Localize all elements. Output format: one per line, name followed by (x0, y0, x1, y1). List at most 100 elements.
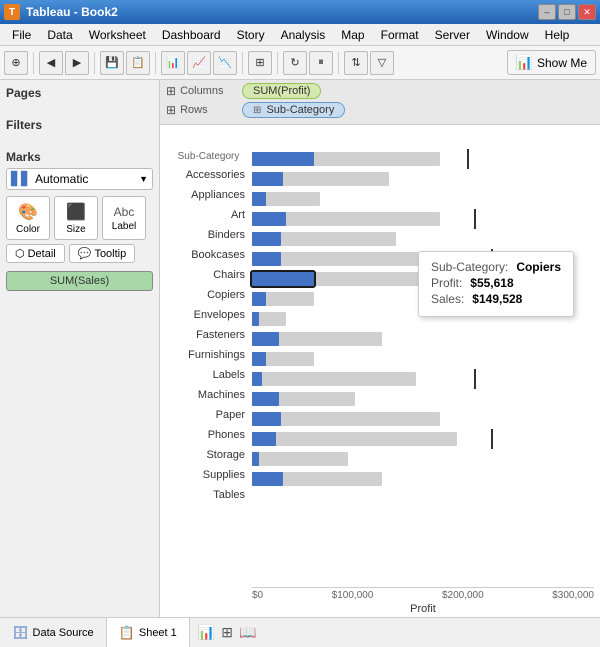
detail-label: Detail (28, 248, 56, 260)
subcat-paper: Paper (166, 405, 251, 425)
bar-chart-area (252, 131, 594, 587)
bar-fg-fasteners (252, 312, 259, 326)
toolbar-filter[interactable]: ▽ (370, 51, 394, 75)
columns-grid-icon: ⊞ (166, 84, 176, 98)
marks-buttons-row: 🎨 Color ⬛ Size Abc Label (6, 196, 153, 240)
show-me-button[interactable]: 📊 Show Me (507, 50, 596, 75)
status-icons: 📊 ⊞ 📖 (190, 624, 265, 641)
bar-fg-accessories (252, 152, 314, 166)
columns-row: ⊞ Columns SUM(Profit) (166, 83, 594, 99)
subcat-chairs: Chairs (166, 265, 251, 285)
bar-row-labels[interactable] (252, 349, 594, 369)
bar-fg-storage (252, 432, 276, 446)
subcat-machines: Machines (166, 385, 251, 405)
toolbar-sep-1 (33, 52, 34, 74)
close-button[interactable]: ✕ (578, 4, 596, 20)
size-button[interactable]: ⬛ Size (54, 196, 98, 240)
left-panel: Pages Filters Marks ▋▋ Automatic ▼ 🎨 Col… (0, 80, 160, 617)
toolbar-table[interactable]: ⊞ (248, 51, 272, 75)
label-button[interactable]: Abc Label (102, 196, 146, 240)
bar-row-tables[interactable] (252, 469, 594, 489)
marks-type-label: Automatic (35, 172, 88, 186)
subcategory-header: Sub-Category (166, 149, 251, 165)
label-icon: Abc (114, 205, 135, 219)
subcat-binders: Binders (166, 225, 251, 245)
bar-row-accessories[interactable] (252, 149, 594, 169)
pages-title: Pages (6, 86, 153, 100)
tooltip: Sub-Category: Copiers Profit: $55,618 Sa… (418, 251, 574, 317)
tooltip-sales-row: Sales: $149,528 (431, 292, 561, 306)
rows-pill[interactable]: ⊞ Sub-Category (242, 102, 345, 118)
toolbar-new[interactable]: ⊕ (4, 51, 28, 75)
bar-fg-copiers (252, 272, 314, 286)
bar-row-appliances[interactable] (252, 169, 594, 189)
subcat-art: Art (166, 205, 251, 225)
bar-chart-icon: ▋▋ (11, 171, 31, 187)
minimize-button[interactable]: – (538, 4, 556, 20)
color-button[interactable]: 🎨 Color (6, 196, 50, 240)
menu-analysis[interactable]: Analysis (273, 26, 334, 44)
bar-row-binders[interactable] (252, 209, 594, 229)
bar-chart-header (252, 131, 594, 149)
detail-icon: ⬡ (15, 247, 25, 260)
menu-data[interactable]: Data (39, 26, 80, 44)
chart-area: ⊞ Columns SUM(Profit) ⊞ Rows ⊞ Sub-Categ… (160, 80, 600, 617)
sheet-tab[interactable]: 📋 Sheet 1 (107, 618, 190, 647)
color-label: Color (16, 224, 40, 235)
bar-fg-envelopes (252, 292, 266, 306)
toolbar-chart3[interactable]: 📉 (213, 51, 237, 75)
sum-sales-button[interactable]: SUM(Sales) (6, 271, 153, 291)
toolbar-save[interactable]: 💾 (100, 51, 124, 75)
menu-server[interactable]: Server (427, 26, 478, 44)
filters-title: Filters (6, 118, 153, 132)
menu-worksheet[interactable]: Worksheet (81, 26, 154, 44)
menu-map[interactable]: Map (333, 26, 372, 44)
marks-type-dropdown[interactable]: ▋▋ Automatic ▼ (6, 168, 153, 190)
data-source-tab[interactable]: 🗄 Data Source (0, 618, 107, 647)
x-label-100k: $100,000 (332, 590, 374, 601)
menu-format[interactable]: Format (373, 26, 427, 44)
x-label-0: $0 (252, 590, 263, 601)
bar-row-furnishings[interactable] (252, 329, 594, 349)
maximize-button[interactable]: □ (558, 4, 576, 20)
bar-row-paper[interactable] (252, 389, 594, 409)
bar-row-machines[interactable] (252, 369, 594, 389)
pill-hash-icon: ⊞ (253, 105, 261, 116)
toolbar-refresh[interactable]: ↻ (283, 51, 307, 75)
label-label: Label (112, 221, 136, 232)
bar-row-bookcases[interactable] (252, 229, 594, 249)
menu-help[interactable]: Help (537, 26, 578, 44)
tooltip-profit-value: $55,618 (470, 276, 513, 290)
new-dashboard-icon[interactable]: ⊞ (221, 624, 233, 641)
bar-row-art[interactable] (252, 189, 594, 209)
toolbar-forward[interactable]: ▶ (65, 51, 89, 75)
subcat-storage: Storage (166, 445, 251, 465)
chart-inner: Sub-Category Accessories Appliances Art … (166, 131, 594, 617)
columns-pill[interactable]: SUM(Profit) (242, 83, 321, 99)
x-label-300k: $300,000 (552, 590, 594, 601)
bar-row-supplies[interactable] (252, 449, 594, 469)
bar-row-phones[interactable] (252, 409, 594, 429)
toolbar-copy[interactable]: 📋 (126, 51, 150, 75)
bar-row-storage[interactable] (252, 429, 594, 449)
menu-file[interactable]: File (4, 26, 39, 44)
toolbar-sort[interactable]: ⇅ (344, 51, 368, 75)
new-worksheet-icon[interactable]: 📊 (198, 624, 215, 641)
toolbar-chart1[interactable]: 📊 (161, 51, 185, 75)
bar-fg-furnishings (252, 332, 279, 346)
new-story-icon[interactable]: 📖 (239, 624, 256, 641)
detail-button[interactable]: ⬡ Detail (6, 244, 65, 263)
subcat-tables: Tables (166, 485, 251, 505)
toolbar-sep-4 (242, 52, 243, 74)
menu-story[interactable]: Story (229, 26, 273, 44)
bar-fg-art (252, 192, 266, 206)
tooltip-button[interactable]: 💬 Tooltip (69, 244, 136, 263)
menu-window[interactable]: Window (478, 26, 537, 44)
toolbar-chart2[interactable]: 📈 (187, 51, 211, 75)
data-source-icon: 🗄 (12, 625, 29, 641)
toolbar-pause[interactable]: ⏸ (309, 51, 333, 75)
tooltip-label: Tooltip (94, 248, 126, 260)
toolbar-back[interactable]: ◀ (39, 51, 63, 75)
bar-fg-tables (252, 472, 283, 486)
menu-dashboard[interactable]: Dashboard (154, 26, 229, 44)
